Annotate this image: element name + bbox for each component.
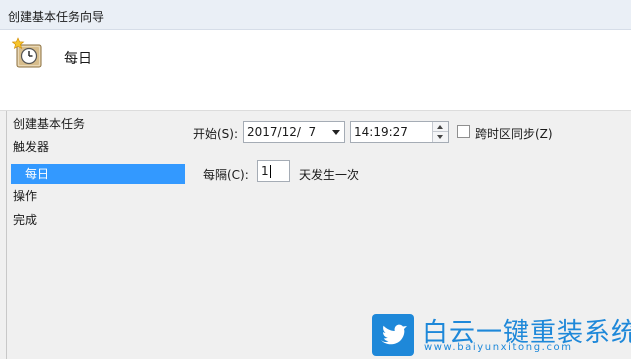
- start-label: 开始(S):: [193, 127, 239, 141]
- page-title: 每日: [64, 51, 92, 67]
- watermark-url: www.baiyunxitong.com: [424, 342, 573, 353]
- nav-item-daily[interactable]: 每日: [11, 164, 185, 184]
- watermark: 白云一键重装系统 www.baiyunxitong.com: [372, 314, 631, 356]
- nav-item-create-basic-task[interactable]: 创建基本任务: [13, 114, 85, 134]
- bird-logo-icon: [372, 314, 414, 356]
- sync-timezones-checkbox[interactable]: [457, 125, 470, 138]
- nav-item-action[interactable]: 操作: [13, 186, 37, 206]
- arrow-up-icon: [437, 125, 443, 129]
- start-time-value: 14:19:27: [354, 125, 408, 139]
- spin-down-button[interactable]: [433, 132, 448, 142]
- wizard-header: 每日: [0, 30, 631, 111]
- window-title: 创建基本任务向导: [8, 10, 105, 24]
- time-spinner: [432, 122, 448, 142]
- nav-item-trigger[interactable]: 触发器: [13, 137, 49, 157]
- sync-timezones-label: 跨时区同步(Z): [475, 127, 553, 141]
- start-time-field[interactable]: 14:19:27: [350, 121, 449, 143]
- window-titlebar: 创建基本任务向导: [0, 0, 631, 30]
- arrow-down-icon: [437, 135, 443, 139]
- recur-suffix-label: 天发生一次: [299, 168, 360, 182]
- recur-label: 每隔(C):: [203, 168, 249, 182]
- start-date-value: 2017/12/ 7: [247, 125, 317, 139]
- start-date-picker[interactable]: 2017/12/ 7: [243, 121, 345, 143]
- nav-item-finish[interactable]: 完成: [13, 210, 37, 230]
- wizard-steps-nav: 创建基本任务 触发器 每日 操作 完成: [6, 111, 186, 359]
- recur-days-input[interactable]: 1: [257, 160, 290, 182]
- text-caret: [269, 165, 271, 178]
- spin-up-button[interactable]: [433, 122, 448, 132]
- clock-icon: [12, 37, 42, 68]
- chevron-down-icon[interactable]: [332, 130, 340, 135]
- recur-days-value: 1: [261, 164, 269, 178]
